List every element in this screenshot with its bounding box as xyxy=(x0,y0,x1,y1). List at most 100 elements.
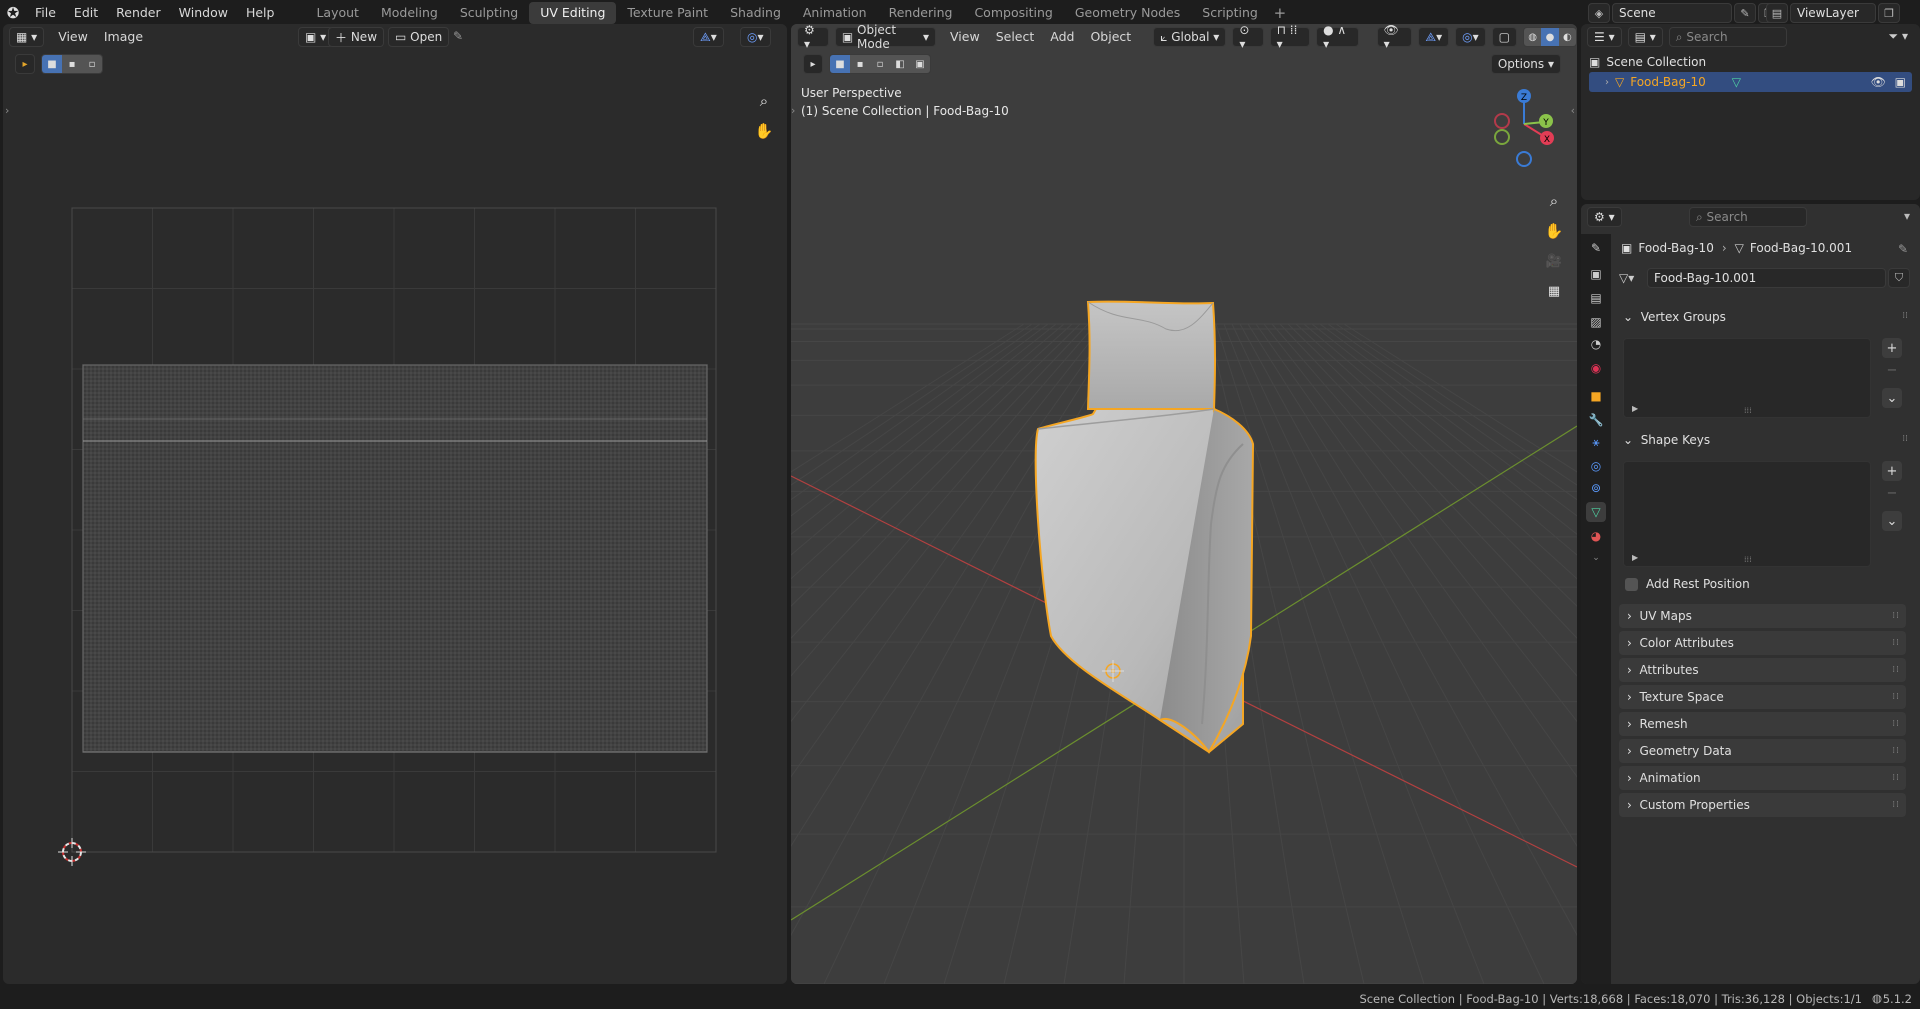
tab-animation[interactable]: Animation xyxy=(792,2,878,24)
panel-animation[interactable]: › Animation ⁞⁞ xyxy=(1619,766,1906,790)
render-tab-icon[interactable]: ▣ xyxy=(1586,264,1606,284)
scene-icon[interactable]: ◈ xyxy=(1588,3,1610,23)
tab-layout[interactable]: Layout xyxy=(305,2,370,24)
panel-grip-icon[interactable]: ⁞⁞ xyxy=(1892,800,1900,810)
properties-search-input[interactable]: ⌕ Search xyxy=(1689,207,1807,227)
material-tab-icon[interactable]: ◕ xyxy=(1586,526,1606,546)
panel-grip-icon[interactable]: ⁞⁞ xyxy=(1892,719,1900,729)
scene-tab-icon[interactable]: ◔ xyxy=(1586,334,1606,354)
outliner-editor-type-dropdown[interactable]: ☰ ▾ xyxy=(1587,27,1622,47)
add-rest-position-checkbox[interactable] xyxy=(1625,577,1638,591)
material-shading-icon[interactable]: ◐ xyxy=(1558,28,1576,46)
properties-options-icon[interactable]: ▾ xyxy=(1904,209,1910,223)
viewport-menu-add[interactable]: Add xyxy=(1042,26,1082,48)
uv-sync-dropdown[interactable]: ⟁ ▾ xyxy=(693,27,724,47)
transform-orientation-dropdown[interactable]: ⟀ Global ▾ xyxy=(1153,27,1227,47)
viewport-canvas[interactable]: Z Y X xyxy=(791,24,1577,984)
vertex-groups-expand-icon[interactable]: ▶ xyxy=(1632,404,1638,413)
mesh-data-tab-icon[interactable]: ▽ xyxy=(1586,502,1606,522)
properties-editor-type-dropdown[interactable]: ⚙ ▾ xyxy=(1587,207,1622,227)
panel-uv-maps[interactable]: › UV Maps ⁞⁞ xyxy=(1619,604,1906,628)
network-globe-icon[interactable]: ◍ xyxy=(1872,991,1882,1005)
panel-grip-icon[interactable]: ⁞⁞ xyxy=(1892,746,1900,756)
vertex-groups-grip-icon[interactable]: ⁞⁞ xyxy=(1902,311,1908,321)
mesh-browse-icon[interactable]: ▽▾ xyxy=(1619,271,1647,285)
viewport-select-subtract-icon[interactable]: ▫ xyxy=(870,55,890,73)
viewport-editor-type-dropdown[interactable]: ⚙ ▾ xyxy=(797,24,829,51)
select-new-icon[interactable]: ■ xyxy=(42,55,62,73)
output-tab-icon[interactable]: ▤ xyxy=(1586,288,1606,308)
tab-compositing[interactable]: Compositing xyxy=(963,2,1063,24)
uv-overlay-dropdown[interactable]: ◎ ▾ xyxy=(740,27,771,47)
viewport-select-invert-icon[interactable]: ◧ xyxy=(890,55,910,73)
editor-type-dropdown[interactable]: ▦ ▾ xyxy=(9,27,45,47)
uv-menu-image[interactable]: Image xyxy=(96,26,151,48)
proportional-editing-toggle[interactable]: ● ∧ ▾ xyxy=(1316,24,1359,51)
uv-canvas[interactable] xyxy=(3,24,787,984)
shape-keys-expand-icon[interactable]: ▶ xyxy=(1632,553,1638,562)
tab-texture-paint[interactable]: Texture Paint xyxy=(616,2,719,24)
visibility-eye-icon[interactable]: 👁 xyxy=(1871,75,1886,89)
panel-color-attributes[interactable]: › Color Attributes ⁞⁞ xyxy=(1619,631,1906,655)
tab-geometry-nodes[interactable]: Geometry Nodes xyxy=(1064,2,1191,24)
panel-custom-properties[interactable]: › Custom Properties ⁞⁞ xyxy=(1619,793,1906,817)
viewport-menu-view[interactable]: View xyxy=(942,26,988,48)
add-shape-key-button[interactable]: + xyxy=(1882,461,1902,481)
uv-menu-view[interactable]: View xyxy=(50,26,96,48)
shape-keys-grip-icon[interactable]: ⁞⁞ xyxy=(1902,434,1908,444)
more-tabs-icon[interactable]: ⌄ xyxy=(1586,548,1606,568)
constraints-tab-icon[interactable]: ⊚ xyxy=(1586,478,1606,498)
ortho-grid-icon[interactable]: ▦ xyxy=(1541,278,1567,304)
scene-name-field[interactable]: Scene xyxy=(1612,3,1732,23)
remove-shape-key-button[interactable]: − xyxy=(1882,483,1902,503)
pin-image-icon[interactable]: ✎ xyxy=(453,29,463,43)
mesh-data-icon[interactable]: ▽ xyxy=(1732,75,1741,89)
tool-tab-icon[interactable]: ✎ xyxy=(1586,238,1606,258)
modifier-tab-icon[interactable]: 🔧 xyxy=(1586,410,1606,430)
camera-view-icon[interactable]: 🎥 xyxy=(1541,248,1567,274)
viewport-select-extend-icon[interactable]: ▪ xyxy=(850,55,870,73)
viewport-menu-select[interactable]: Select xyxy=(988,26,1043,48)
render-camera-icon[interactable]: ▣ xyxy=(1895,75,1906,89)
sidebar-expand-icon[interactable]: ‹ xyxy=(1571,104,1575,117)
display-mode-dropdown[interactable]: ▤ ▾ xyxy=(1627,27,1663,47)
viewport-toolbar-expand-icon[interactable]: › xyxy=(791,104,795,117)
new-image-button[interactable]: ＋ New xyxy=(328,27,385,47)
menu-help[interactable]: Help xyxy=(237,2,284,24)
object-tab-icon[interactable]: ■ xyxy=(1586,386,1606,406)
viewport-select-intersect-icon[interactable]: ▣ xyxy=(910,55,930,73)
world-tab-icon[interactable]: ◉ xyxy=(1586,358,1606,378)
view-layer-icon[interactable]: ▤ xyxy=(1766,3,1788,23)
panel-attributes[interactable]: › Attributes ⁞⁞ xyxy=(1619,658,1906,682)
object-mode-dropdown[interactable]: ▣ Object Mode ▾ xyxy=(834,24,937,51)
gizmo-dropdown[interactable]: ⟁ ▾ xyxy=(1418,27,1450,47)
remove-vertex-group-button[interactable]: − xyxy=(1882,360,1902,380)
pan-hand-icon[interactable]: ✋ xyxy=(751,118,777,144)
particles-tab-icon[interactable]: ⚹ xyxy=(1586,432,1606,452)
panel-geometry-data[interactable]: › Geometry Data ⁞⁞ xyxy=(1619,739,1906,763)
tab-uv-editing[interactable]: UV Editing xyxy=(529,2,617,24)
vertex-group-specials-button[interactable]: ⌄ xyxy=(1882,388,1902,408)
outliner-search-input[interactable]: ⌕ Search xyxy=(1668,27,1787,47)
tab-shading[interactable]: Shading xyxy=(719,2,792,24)
menu-window[interactable]: Window xyxy=(170,2,237,24)
overlay-dropdown[interactable]: ◎ ▾ xyxy=(1455,27,1486,47)
viewport-zoom-icon[interactable]: ⌕ xyxy=(1541,188,1567,214)
select-tool-icon[interactable]: ▸ xyxy=(15,54,35,74)
panel-grip-icon[interactable]: ⁞⁞ xyxy=(1892,611,1900,621)
panel-grip-icon[interactable]: ⁞⁞ xyxy=(1892,692,1900,702)
zoom-icon[interactable]: ⌕ xyxy=(751,88,777,114)
shape-keys-list[interactable]: ▶ ⁞⁞⁞ xyxy=(1623,461,1871,567)
panel-remesh[interactable]: › Remesh ⁞⁞ xyxy=(1619,712,1906,736)
new-view-layer-icon[interactable]: ❐ xyxy=(1878,3,1900,23)
vertex-groups-list[interactable]: ▶ ⁞⁞⁞ xyxy=(1623,338,1871,418)
viewport-select-tool-icon[interactable]: ▸ xyxy=(803,54,823,74)
shape-key-specials-button[interactable]: ⌄ xyxy=(1882,511,1902,531)
pin-icon[interactable]: ✎ xyxy=(1734,3,1756,23)
panel-grip-icon[interactable]: ⁞⁞ xyxy=(1892,773,1900,783)
shape-keys-header[interactable]: ⌄ Shape Keys xyxy=(1623,433,1710,447)
filter-icon[interactable]: ⏷ ▾ xyxy=(1889,29,1908,44)
tab-scripting[interactable]: Scripting xyxy=(1191,2,1269,24)
toolbar-expand-icon[interactable]: › xyxy=(5,104,9,117)
mesh-name-field[interactable]: Food-Bag-10.001 xyxy=(1647,268,1886,288)
